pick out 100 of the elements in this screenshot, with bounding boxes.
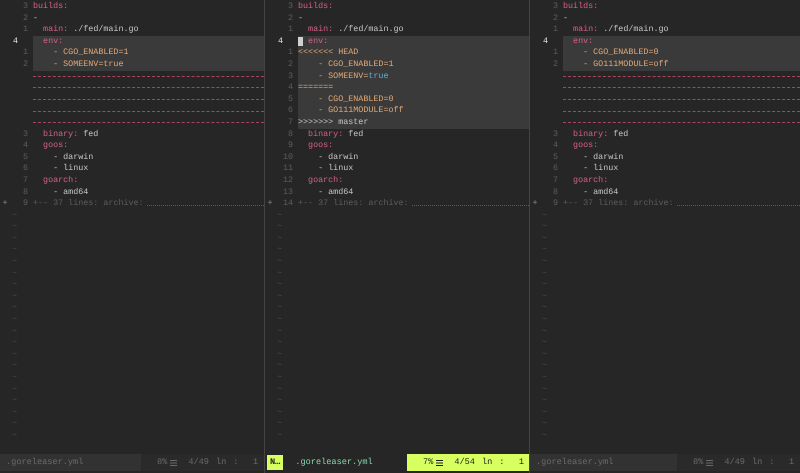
tilde: ~ (12, 210, 18, 222)
code-text: goarch: (572, 174, 608, 186)
code-text: builds: (298, 1, 334, 13)
tilde: ~ (277, 430, 282, 442)
tilde: ~ (277, 256, 282, 268)
code-text: - amd64 (317, 186, 354, 198)
code-text: - linux (317, 163, 354, 175)
code-text: - amd64 (582, 186, 618, 198)
code-text: goarch: (307, 174, 344, 186)
line-position: 4/54 (454, 456, 475, 469)
tilde: ~ (542, 372, 548, 384)
tilde: ~ (542, 406, 548, 418)
code-text: - linux (582, 163, 618, 175)
tilde: ~ (277, 210, 282, 222)
mode-indicator: N… (267, 455, 284, 470)
tilde: ~ (542, 348, 548, 360)
code-text: ======= (298, 82, 334, 94)
line-label: ln (752, 456, 762, 469)
code-text: binary: fed (42, 128, 98, 140)
tilde: ~ (542, 395, 548, 407)
tilde: ~ (277, 244, 282, 256)
tilde: ~ (277, 221, 282, 233)
code-text: - amd64 (52, 186, 88, 198)
tilde: ~ (542, 418, 548, 430)
scroll-percent: 8% (693, 456, 704, 469)
tilde: ~ (277, 406, 282, 418)
line-number: 4 (13, 36, 18, 46)
tilde: ~ (542, 430, 548, 442)
tilde: ~ (12, 279, 18, 291)
fold-sign: + (531, 198, 539, 210)
tilde: ~ (277, 384, 282, 396)
tilde: ~ (542, 221, 548, 233)
tilde: ~ (12, 268, 18, 280)
tilde: ~ (277, 348, 282, 360)
code-text: goarch: (42, 174, 78, 186)
tilde: ~ (542, 337, 548, 349)
code-text: - CGO_ENABLED=0 (582, 47, 658, 59)
tilde: ~ (12, 290, 18, 302)
tilde: ~ (277, 268, 282, 280)
code-text: - darwin (52, 152, 94, 164)
line-number: 4 (543, 36, 548, 46)
code-text: - linux (52, 163, 88, 175)
code-text: - CGO_ENABLED=1 (52, 47, 128, 59)
tilde: ~ (277, 232, 282, 244)
code-text: >>>>>>> master (298, 116, 368, 129)
code-text: - (563, 12, 568, 24)
tilde: ~ (542, 279, 548, 291)
code-text: main: ./fed/main.go (572, 24, 669, 36)
lines-icon (706, 460, 714, 466)
lines-icon (436, 460, 444, 466)
tilde: ~ (542, 384, 548, 396)
code-text: - GO111MODULE=off (582, 58, 669, 71)
fold-sign: + (1, 198, 9, 210)
file-name: .goreleaser.yml (294, 456, 374, 470)
lines-icon (170, 460, 178, 466)
code-text: goos: (42, 140, 68, 152)
code-text: - (33, 12, 38, 24)
tilde: ~ (542, 244, 548, 256)
code-text: main: ./fed/main.go (42, 24, 139, 36)
tilde: ~ (12, 430, 18, 442)
column-number: 1 (252, 456, 258, 469)
tilde: ~ (12, 256, 18, 268)
tilde: ~ (12, 384, 18, 396)
code-text: - darwin (582, 152, 624, 164)
code-text: binary: fed (572, 128, 628, 140)
tilde: ~ (277, 337, 282, 349)
tilde: ~ (12, 337, 18, 349)
code-text: builds: (563, 1, 598, 13)
tilde: ~ (277, 372, 282, 384)
separator: : (499, 456, 504, 469)
tilde: ~ (277, 360, 282, 372)
tilde: ~ (12, 302, 18, 314)
tilde: ~ (542, 268, 548, 280)
code-text: - CGO_ENABLED=1 (317, 58, 394, 71)
fold-sign: + (266, 198, 274, 210)
tilde: ~ (542, 232, 548, 244)
code-text: env: (572, 36, 594, 48)
code-text: goos: (307, 140, 334, 152)
line-label: ln (482, 456, 492, 469)
scroll-percent: 7% (423, 456, 434, 469)
code-text: binary: fed (307, 128, 364, 140)
code-text: goos: (572, 140, 598, 152)
tilde: ~ (542, 290, 548, 302)
tilde: ~ (542, 360, 548, 372)
tilde: ~ (277, 314, 282, 326)
line-position: 4/49 (188, 456, 209, 469)
tilde: ~ (542, 314, 548, 326)
tilde: ~ (12, 244, 18, 256)
scroll-percent: 8% (157, 456, 168, 469)
tilde: ~ (12, 418, 18, 430)
tilde: ~ (12, 348, 18, 360)
separator: : (769, 456, 774, 469)
column-number: 1 (518, 456, 524, 469)
tilde: ~ (12, 326, 18, 338)
code-text: env: (42, 36, 64, 48)
separator: : (233, 456, 238, 469)
tilde: ~ (12, 221, 18, 233)
tilde: ~ (277, 395, 282, 407)
code-text: <<<<<<< HEAD (298, 47, 358, 59)
code-text: - (298, 12, 304, 24)
